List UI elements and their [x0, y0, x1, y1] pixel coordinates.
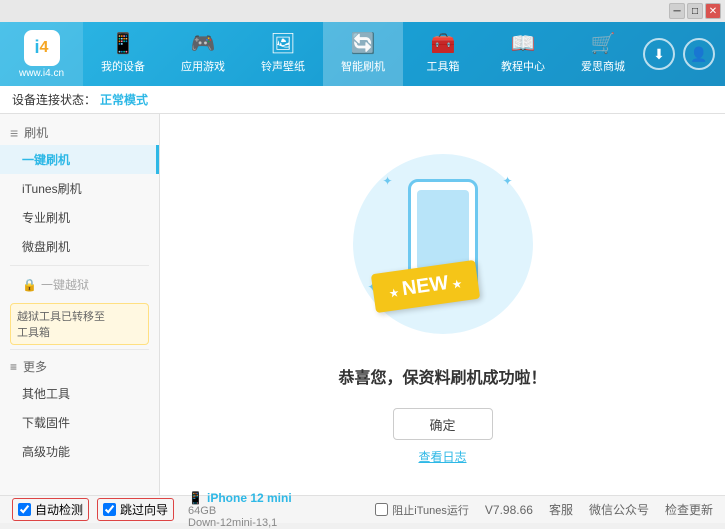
view-log-link[interactable]: 查看日志: [418, 448, 466, 465]
nav-smart-flash-label: 智能刷机: [341, 58, 385, 74]
sidebar: ≡ 刷机 一键刷机 iTunes刷机 专业刷机 微盘刷机 🔒 一键越狱 越狱工具…: [0, 114, 160, 495]
apps-games-icon: 🎮: [191, 34, 216, 54]
nav-apps-games-label: 应用游戏: [181, 58, 225, 74]
stop-itunes-label: 阻止iTunes运行: [392, 502, 469, 518]
status-value: 正常模式: [100, 91, 148, 108]
close-button[interactable]: ✕: [705, 3, 721, 19]
header: i4 www.i4.cn 📱 我的设备 🎮 应用游戏 🖼 铃声壁纸 🔄 智能刷机…: [0, 22, 725, 86]
one-click-flash-label: 一键刷机: [22, 153, 70, 167]
maximize-button[interactable]: □: [687, 3, 703, 19]
stop-itunes[interactable]: 阻止iTunes运行: [375, 502, 469, 518]
sidebar-data-flash[interactable]: 微盘刷机: [0, 232, 159, 261]
success-illustration: ✦ ✦ ✦ NEW: [343, 144, 543, 344]
auto-detect-label: 自动检测: [35, 501, 83, 518]
status-bar: 设备连接状态： 正常模式: [0, 86, 725, 114]
device-name: iPhone 12 mini: [207, 491, 292, 505]
logo[interactable]: i4 www.i4.cn: [0, 22, 83, 86]
sidebar-divider-1: [10, 265, 149, 266]
device-storage: 64GB: [188, 505, 292, 517]
skip-wizard-check[interactable]: [103, 503, 116, 516]
minimize-button[interactable]: ─: [669, 3, 685, 19]
sidebar-pro-flash[interactable]: 专业刷机: [0, 203, 159, 232]
sparkle-2: ✦: [502, 174, 512, 188]
device-name-row: 📱 iPhone 12 mini: [188, 491, 292, 505]
skip-wizard-label: 跳过向导: [120, 501, 168, 518]
lock-icon: 🔒: [22, 278, 37, 292]
flash-section-title: ≡ 刷机: [0, 118, 159, 145]
nav-store-label: 爱思商城: [581, 58, 625, 74]
wallpaper-icon: 🖼: [270, 34, 295, 54]
sidebar-other-tools[interactable]: 其他工具: [0, 379, 159, 408]
sidebar-itunes-flash[interactable]: iTunes刷机: [0, 174, 159, 203]
jailbreak-info-text: 越狱工具已转移至工具箱: [17, 311, 105, 339]
nav-wallpaper[interactable]: 🖼 铃声壁纸: [243, 22, 323, 86]
toolbox-icon: 🧰: [431, 34, 456, 54]
flash-section-label: 刷机: [24, 124, 48, 141]
download-button[interactable]: ⬇: [643, 38, 675, 70]
success-message: 恭喜您，保资料刷机成功啦！: [338, 364, 546, 388]
jailbreak-info: 越狱工具已转移至工具箱: [10, 303, 149, 345]
store-icon: 🛒: [591, 34, 616, 54]
phone-screen: [417, 190, 469, 270]
nav-items: 📱 我的设备 🎮 应用游戏 🖼 铃声壁纸 🔄 智能刷机 🧰 工具箱 📖 教程中心…: [83, 22, 643, 86]
sparkle-1: ✦: [383, 174, 393, 188]
phone-icon: 📱: [188, 491, 203, 505]
tutorial-icon: 📖: [511, 34, 536, 54]
sidebar-download-firmware[interactable]: 下载固件: [0, 408, 159, 437]
nav-toolbox-label: 工具箱: [427, 58, 460, 74]
bottom-bar: 自动检测 跳过向导 📱 iPhone 12 mini 64GB Down-12m…: [0, 495, 725, 523]
logo-icon: i4: [24, 30, 60, 66]
auto-detect-check[interactable]: [18, 503, 31, 516]
sidebar-one-click-flash[interactable]: 一键刷机: [0, 145, 159, 174]
customer-service-link[interactable]: 客服: [549, 501, 573, 518]
data-flash-label: 微盘刷机: [22, 240, 70, 254]
status-label: 设备连接状态：: [12, 91, 96, 108]
bottom-checkboxes: 自动检测 跳过向导: [12, 498, 174, 521]
nav-right-buttons: ⬇ 👤: [643, 38, 725, 70]
main-layout: ≡ 刷机 一键刷机 iTunes刷机 专业刷机 微盘刷机 🔒 一键越狱 越狱工具…: [0, 114, 725, 495]
stop-itunes-check[interactable]: [375, 503, 388, 516]
itunes-flash-label: iTunes刷机: [22, 182, 82, 196]
smart-flash-icon: 🔄: [351, 34, 376, 54]
auto-detect-checkbox[interactable]: 自动检测: [12, 498, 89, 521]
sidebar-locked-jailbreak: 🔒 一键越狱: [0, 270, 159, 299]
logo-url: www.i4.cn: [19, 68, 64, 79]
nav-smart-flash[interactable]: 🔄 智能刷机: [323, 22, 403, 86]
skip-wizard-checkbox[interactable]: 跳过向导: [97, 498, 174, 521]
nav-wallpaper-label: 铃声壁纸: [261, 58, 305, 74]
nav-tutorial[interactable]: 📖 教程中心: [483, 22, 563, 86]
sidebar-advanced[interactable]: 高级功能: [0, 437, 159, 466]
more-section-label: 更多: [23, 358, 47, 375]
title-bar: ─ □ ✕: [0, 0, 725, 22]
nav-tutorial-label: 教程中心: [501, 58, 545, 74]
advanced-label: 高级功能: [22, 445, 70, 459]
confirm-button[interactable]: 确定: [393, 408, 493, 440]
other-tools-label: 其他工具: [22, 387, 70, 401]
version-label: V7.98.66: [485, 503, 533, 517]
flash-section-icon: ≡: [10, 125, 18, 141]
content-area: ✦ ✦ ✦ NEW 恭喜您，保资料刷机成功啦！ 确定 查看日志: [160, 114, 725, 495]
nav-my-device[interactable]: 📱 我的设备: [83, 22, 163, 86]
check-update-link[interactable]: 检查更新: [665, 501, 713, 518]
nav-toolbox[interactable]: 🧰 工具箱: [403, 22, 483, 86]
nav-my-device-label: 我的设备: [101, 58, 145, 74]
more-section-title: ≡ 更多: [0, 354, 159, 379]
sidebar-divider-2: [10, 349, 149, 350]
bottom-right: 阻止iTunes运行 V7.98.66 客服 微信公众号 检查更新: [375, 501, 713, 518]
my-device-icon: 📱: [111, 34, 136, 54]
user-button[interactable]: 👤: [683, 38, 715, 70]
pro-flash-label: 专业刷机: [22, 211, 70, 225]
nav-store[interactable]: 🛒 爱思商城: [563, 22, 643, 86]
download-firmware-label: 下载固件: [22, 416, 70, 430]
locked-label: 一键越狱: [41, 276, 89, 293]
nav-apps-games[interactable]: 🎮 应用游戏: [163, 22, 243, 86]
more-section-icon: ≡: [10, 360, 17, 374]
wechat-link[interactable]: 微信公众号: [589, 501, 649, 518]
